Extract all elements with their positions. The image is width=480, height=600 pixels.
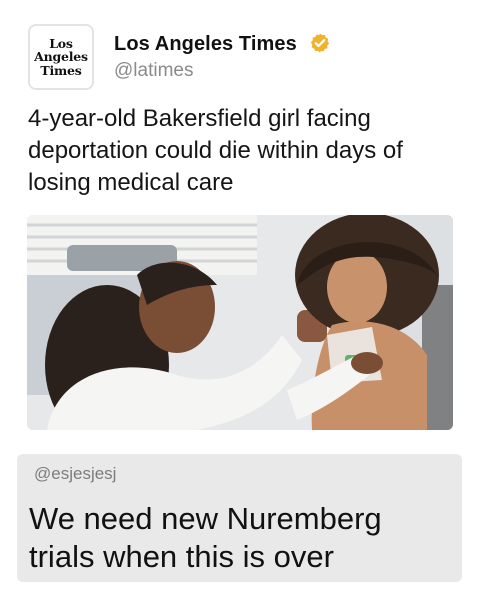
tweet-headline[interactable]: 4-year-old Bakersfield girl facing depor…: [28, 103, 458, 199]
logo-line: Times: [40, 62, 82, 78]
quote-text: We need new Nuremberg trials when this i…: [29, 501, 382, 574]
logo-line: Angeles: [34, 49, 88, 65]
author-handle[interactable]: @latimes: [114, 60, 193, 82]
author-name-row[interactable]: Los Angeles Times: [114, 32, 331, 56]
author-name[interactable]: Los Angeles Times: [114, 33, 297, 55]
quote-handle[interactable]: @esjesjesj: [34, 464, 116, 484]
publisher-logo[interactable]: Los Angeles Times: [28, 24, 94, 90]
photo-illustration: [27, 215, 453, 430]
news-photo[interactable]: [27, 215, 453, 430]
logo-line: Los: [49, 35, 73, 51]
verified-badge-icon: [310, 33, 329, 53]
tweet-header: Los Angeles Times Los Angeles Times @lat…: [28, 24, 458, 92]
quote-tweet[interactable]: @esjesjesj We need new Nuremberg trials …: [17, 454, 462, 582]
